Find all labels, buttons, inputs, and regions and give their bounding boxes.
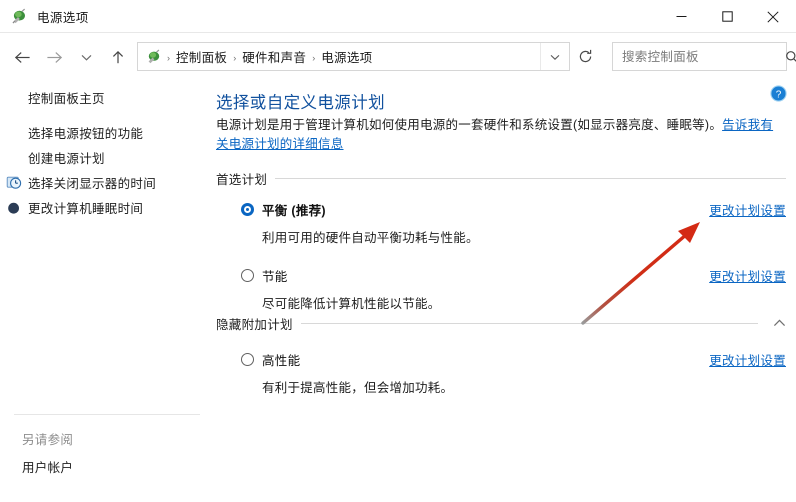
plan-description: 尽可能降低计算机性能以节能。 [262, 297, 441, 311]
sidebar-item-label: 选择关闭显示器的时间 [28, 177, 157, 191]
power-plug-icon [12, 8, 29, 25]
change-plan-settings-link-balanced[interactable]: 更改计划设置 [709, 200, 786, 219]
sidebar-item-choose-display-off-time[interactable]: 选择关闭显示器的时间 [6, 176, 157, 191]
see-also-heading: 另请参阅 [22, 433, 74, 447]
chevron-up-icon[interactable] [758, 318, 786, 328]
group-rule [275, 177, 786, 179]
window-title: 电源选项 [37, 11, 89, 25]
plan-header: 高性能 更改计划设置 [216, 350, 786, 369]
sidebar-item-control-panel-home[interactable]: 控制面板主页 [28, 93, 105, 106]
sidebar-item-label: 创建电源计划 [28, 152, 105, 166]
title-bar: 电源选项 [0, 0, 796, 33]
group-header[interactable]: 隐藏附加计划 [216, 315, 786, 332]
address-bar[interactable]: › 控制面板 › 硬件和声音 › 电源选项 [137, 42, 570, 71]
up-button[interactable] [102, 42, 134, 72]
page-description-text: 电源计划是用于管理计算机如何使用电源的一套硬件和系统设置(如显示器亮度、睡眠等)… [216, 118, 723, 132]
content-area: ? 控制面板主页 选择电源按钮的功能 创建电源计划 选择关闭显示器的时间 更改计… [0, 81, 796, 502]
sidebar-divider [14, 414, 200, 415]
sidebar-item-user-accounts[interactable]: 用户帐户 [22, 457, 73, 476]
plan-name: 节能 [262, 270, 288, 284]
page-description: 电源计划是用于管理计算机如何使用电源的一套硬件和系统设置(如显示器亮度、睡眠等)… [216, 116, 780, 154]
search-icon[interactable] [785, 43, 796, 70]
window-controls [658, 0, 796, 33]
back-button[interactable] [6, 42, 38, 72]
plan-header: 平衡 (推荐) 更改计划设置 [216, 200, 786, 219]
search-box[interactable] [612, 42, 796, 71]
search-input[interactable] [613, 48, 785, 65]
recent-locations-button[interactable] [70, 42, 102, 72]
moon-icon [6, 200, 22, 216]
page-title: 选择或自定义电源计划 [216, 94, 385, 112]
close-button[interactable] [750, 0, 796, 33]
group-rule [300, 322, 758, 324]
group-title: 隐藏附加计划 [216, 317, 293, 332]
breadcrumb-item-power-options[interactable]: 电源选项 [316, 47, 377, 66]
minimize-button[interactable] [658, 0, 704, 33]
group-preferred-plans: 首选计划 平衡 (推荐) 更改计划设置 利用可用的硬件自动平衡功耗与性能。 节能… [216, 170, 786, 312]
navigation-bar: › 控制面板 › 硬件和声音 › 电源选项 [0, 33, 796, 81]
sidebar-item-label: 更改计算机睡眠时间 [28, 202, 144, 216]
radio-power-saver[interactable] [241, 269, 254, 282]
plan-header: 节能 更改计划设置 [216, 266, 786, 285]
nav-buttons [0, 42, 134, 72]
change-plan-settings-link-high-performance[interactable]: 更改计划设置 [709, 350, 786, 369]
maximize-button[interactable] [704, 0, 750, 33]
plan-name: 平衡 (推荐) [262, 204, 326, 218]
change-plan-settings-link-power-saver[interactable]: 更改计划设置 [709, 266, 786, 285]
plan-row-balanced[interactable]: 平衡 (推荐) 更改计划设置 利用可用的硬件自动平衡功耗与性能。 [216, 200, 786, 246]
breadcrumb-separator: › [312, 52, 316, 63]
refresh-button[interactable] [570, 42, 600, 71]
breadcrumb-separator: › [167, 52, 170, 63]
sidebar: 控制面板主页 选择电源按钮的功能 创建电源计划 选择关闭显示器的时间 更改计算机… [0, 81, 208, 502]
sidebar-item-power-button-action[interactable]: 选择电源按钮的功能 [28, 128, 143, 141]
radio-balanced[interactable] [241, 203, 254, 216]
group-hidden-plans: 隐藏附加计划 高性能 更改计划设置 有利于提高性能，但会增加功耗。 [216, 315, 786, 396]
plan-row-power-saver[interactable]: 节能 更改计划设置 尽可能降低计算机性能以节能。 [216, 266, 786, 312]
breadcrumb-separator: › [233, 52, 237, 63]
sidebar-item-change-sleep-time[interactable]: 更改计算机睡眠时间 [8, 202, 144, 216]
radio-high-performance[interactable] [241, 353, 254, 366]
address-dropdown-chevron-down-icon[interactable] [540, 43, 569, 70]
plan-description: 利用可用的硬件自动平衡功耗与性能。 [262, 231, 479, 245]
plan-name: 高性能 [262, 354, 301, 368]
group-header: 首选计划 [216, 170, 786, 187]
sidebar-item-create-power-plan[interactable]: 创建电源计划 [28, 153, 105, 166]
breadcrumb: › 控制面板 › 硬件和声音 › 电源选项 [166, 47, 540, 66]
title-bar-left: 电源选项 [0, 7, 89, 26]
main-panel: 选择或自定义电源计划 电源计划是用于管理计算机如何使用电源的一套硬件和系统设置(… [208, 81, 796, 502]
breadcrumb-item-control-panel[interactable]: 控制面板 [171, 47, 232, 66]
address-power-plug-icon [147, 49, 163, 65]
sidebar-item-label: 选择电源按钮的功能 [28, 127, 144, 141]
clock-icon [6, 175, 22, 191]
breadcrumb-item-hardware-sound[interactable]: 硬件和声音 [237, 47, 311, 66]
plan-row-high-performance[interactable]: 高性能 更改计划设置 有利于提高性能，但会增加功耗。 [216, 350, 786, 396]
group-title: 首选计划 [216, 172, 268, 187]
forward-button[interactable] [38, 42, 70, 72]
plan-description: 有利于提高性能，但会增加功耗。 [262, 381, 454, 395]
